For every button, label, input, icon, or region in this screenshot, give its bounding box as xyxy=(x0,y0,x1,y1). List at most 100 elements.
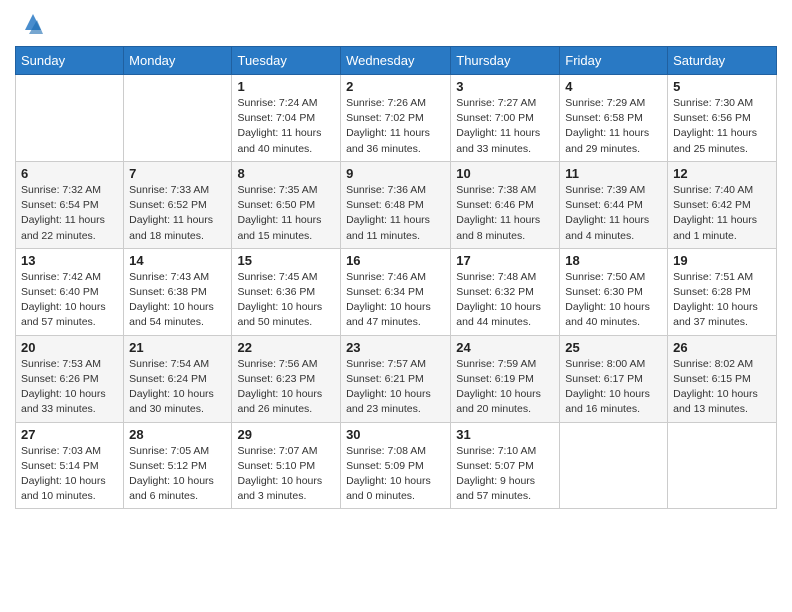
day-info: Sunrise: 7:26 AMSunset: 7:02 PMDaylight:… xyxy=(346,96,445,157)
day-number: 26 xyxy=(673,340,771,355)
calendar-cell: 18 Sunrise: 7:50 AMSunset: 6:30 PMDayligh… xyxy=(560,248,668,335)
day-number: 9 xyxy=(346,166,445,181)
calendar-cell: 6Sunrise: 7:32 AMSunset: 6:54 PMDaylight… xyxy=(16,161,124,248)
calendar-cell: 23 Sunrise: 7:57 AMSunset: 6:21 PMDayligh… xyxy=(341,335,451,422)
calendar-cell: 25Sunrise: 8:00 AMSunset: 6:17 PMDayligh… xyxy=(560,335,668,422)
calendar-cell: 8Sunrise: 7:35 AMSunset: 6:50 PMDaylight… xyxy=(232,161,341,248)
calendar-cell: 9 Sunrise: 7:36 AMSunset: 6:48 PMDaylight… xyxy=(341,161,451,248)
calendar-cell: 24Sunrise: 7:59 AMSunset: 6:19 PMDayligh… xyxy=(451,335,560,422)
day-info: Sunrise: 7:24 AMSunset: 7:04 PMDaylight:… xyxy=(237,96,335,157)
day-number: 30 xyxy=(346,427,445,442)
week-row-1: 1 Sunrise: 7:24 AMSunset: 7:04 PMDaylight… xyxy=(16,75,777,162)
day-info: Sunrise: 7:46 AMSunset: 6:34 PMDaylight:… xyxy=(346,270,445,331)
week-row-3: 13Sunrise: 7:42 AMSunset: 6:40 PMDayligh… xyxy=(16,248,777,335)
calendar-cell: 21 Sunrise: 7:54 AMSunset: 6:24 PMDayligh… xyxy=(124,335,232,422)
weekday-header-monday: Monday xyxy=(124,47,232,75)
day-number: 29 xyxy=(237,427,335,442)
day-number: 28 xyxy=(129,427,226,442)
calendar-cell: 26Sunrise: 8:02 AMSunset: 6:15 PMDayligh… xyxy=(668,335,777,422)
calendar-cell: 28 Sunrise: 7:05 AMSunset: 5:12 PMDayligh… xyxy=(124,422,232,509)
weekday-header-sunday: Sunday xyxy=(16,47,124,75)
calendar-cell: 5 Sunrise: 7:30 AMSunset: 6:56 PMDaylight… xyxy=(668,75,777,162)
day-number: 15 xyxy=(237,253,335,268)
day-info: Sunrise: 7:35 AMSunset: 6:50 PMDaylight:… xyxy=(237,183,335,244)
calendar-cell: 20 Sunrise: 7:53 AMSunset: 6:26 PMDayligh… xyxy=(16,335,124,422)
day-info: Sunrise: 7:33 AMSunset: 6:52 PMDaylight:… xyxy=(129,183,226,244)
day-info: Sunrise: 7:50 AMSunset: 6:30 PMDaylight:… xyxy=(565,270,662,331)
calendar-cell xyxy=(124,75,232,162)
weekday-header-thursday: Thursday xyxy=(451,47,560,75)
day-number: 18 xyxy=(565,253,662,268)
day-number: 5 xyxy=(673,79,771,94)
day-info: Sunrise: 7:32 AMSunset: 6:54 PMDaylight:… xyxy=(21,183,118,244)
page: SundayMondayTuesdayWednesdayThursdayFrid… xyxy=(0,0,792,612)
day-info: Sunrise: 7:38 AMSunset: 6:46 PMDaylight:… xyxy=(456,183,554,244)
day-number: 21 xyxy=(129,340,226,355)
weekday-header-row: SundayMondayTuesdayWednesdayThursdayFrid… xyxy=(16,47,777,75)
calendar-cell: 19 Sunrise: 7:51 AMSunset: 6:28 PMDayligh… xyxy=(668,248,777,335)
day-number: 22 xyxy=(237,340,335,355)
week-row-5: 27 Sunrise: 7:03 AMSunset: 5:14 PMDayligh… xyxy=(16,422,777,509)
day-number: 4 xyxy=(565,79,662,94)
logo-icon xyxy=(19,10,47,38)
day-info: Sunrise: 7:54 AMSunset: 6:24 PMDaylight:… xyxy=(129,357,226,418)
day-info: Sunrise: 7:05 AMSunset: 5:12 PMDaylight:… xyxy=(129,444,226,505)
weekday-header-saturday: Saturday xyxy=(668,47,777,75)
day-info: Sunrise: 7:53 AMSunset: 6:26 PMDaylight:… xyxy=(21,357,118,418)
weekday-header-wednesday: Wednesday xyxy=(341,47,451,75)
day-info: Sunrise: 7:57 AMSunset: 6:21 PMDaylight:… xyxy=(346,357,445,418)
calendar-cell: 13Sunrise: 7:42 AMSunset: 6:40 PMDayligh… xyxy=(16,248,124,335)
calendar-cell: 1 Sunrise: 7:24 AMSunset: 7:04 PMDaylight… xyxy=(232,75,341,162)
weekday-header-tuesday: Tuesday xyxy=(232,47,341,75)
day-number: 11 xyxy=(565,166,662,181)
day-number: 7 xyxy=(129,166,226,181)
calendar-cell: 3 Sunrise: 7:27 AMSunset: 7:00 PMDaylight… xyxy=(451,75,560,162)
calendar-cell: 27 Sunrise: 7:03 AMSunset: 5:14 PMDayligh… xyxy=(16,422,124,509)
day-number: 27 xyxy=(21,427,118,442)
calendar-cell: 16 Sunrise: 7:46 AMSunset: 6:34 PMDayligh… xyxy=(341,248,451,335)
day-info: Sunrise: 7:45 AMSunset: 6:36 PMDaylight:… xyxy=(237,270,335,331)
calendar-cell: 12Sunrise: 7:40 AMSunset: 6:42 PMDayligh… xyxy=(668,161,777,248)
week-row-4: 20 Sunrise: 7:53 AMSunset: 6:26 PMDayligh… xyxy=(16,335,777,422)
day-number: 3 xyxy=(456,79,554,94)
day-info: Sunrise: 7:39 AMSunset: 6:44 PMDaylight:… xyxy=(565,183,662,244)
calendar-cell: 14Sunrise: 7:43 AMSunset: 6:38 PMDayligh… xyxy=(124,248,232,335)
calendar-cell: 4 Sunrise: 7:29 AMSunset: 6:58 PMDaylight… xyxy=(560,75,668,162)
day-number: 14 xyxy=(129,253,226,268)
calendar-cell: 30 Sunrise: 7:08 AMSunset: 5:09 PMDayligh… xyxy=(341,422,451,509)
day-number: 17 xyxy=(456,253,554,268)
day-number: 23 xyxy=(346,340,445,355)
day-number: 19 xyxy=(673,253,771,268)
day-number: 16 xyxy=(346,253,445,268)
header xyxy=(15,10,777,38)
day-info: Sunrise: 7:56 AMSunset: 6:23 PMDaylight:… xyxy=(237,357,335,418)
weekday-header-friday: Friday xyxy=(560,47,668,75)
calendar-cell: 15 Sunrise: 7:45 AMSunset: 6:36 PMDayligh… xyxy=(232,248,341,335)
calendar-cell xyxy=(16,75,124,162)
day-info: Sunrise: 7:51 AMSunset: 6:28 PMDaylight:… xyxy=(673,270,771,331)
calendar-cell: 29Sunrise: 7:07 AMSunset: 5:10 PMDayligh… xyxy=(232,422,341,509)
day-info: Sunrise: 7:27 AMSunset: 7:00 PMDaylight:… xyxy=(456,96,554,157)
calendar-cell xyxy=(560,422,668,509)
day-number: 2 xyxy=(346,79,445,94)
day-info: Sunrise: 8:00 AMSunset: 6:17 PMDaylight:… xyxy=(565,357,662,418)
calendar-cell: 2 Sunrise: 7:26 AMSunset: 7:02 PMDaylight… xyxy=(341,75,451,162)
calendar-cell: 17Sunrise: 7:48 AMSunset: 6:32 PMDayligh… xyxy=(451,248,560,335)
day-info: Sunrise: 7:08 AMSunset: 5:09 PMDaylight:… xyxy=(346,444,445,505)
day-number: 31 xyxy=(456,427,554,442)
day-info: Sunrise: 7:10 AMSunset: 5:07 PMDaylight:… xyxy=(456,444,554,505)
calendar-cell: 22 Sunrise: 7:56 AMSunset: 6:23 PMDayligh… xyxy=(232,335,341,422)
calendar-cell: 31 Sunrise: 7:10 AMSunset: 5:07 PMDayligh… xyxy=(451,422,560,509)
logo xyxy=(15,10,47,38)
day-number: 20 xyxy=(21,340,118,355)
day-number: 10 xyxy=(456,166,554,181)
calendar-table: SundayMondayTuesdayWednesdayThursdayFrid… xyxy=(15,46,777,509)
day-info: Sunrise: 7:29 AMSunset: 6:58 PMDaylight:… xyxy=(565,96,662,157)
day-number: 13 xyxy=(21,253,118,268)
day-info: Sunrise: 7:03 AMSunset: 5:14 PMDaylight:… xyxy=(21,444,118,505)
day-info: Sunrise: 7:36 AMSunset: 6:48 PMDaylight:… xyxy=(346,183,445,244)
day-info: Sunrise: 7:30 AMSunset: 6:56 PMDaylight:… xyxy=(673,96,771,157)
calendar-cell: 11 Sunrise: 7:39 AMSunset: 6:44 PMDayligh… xyxy=(560,161,668,248)
day-number: 24 xyxy=(456,340,554,355)
day-number: 1 xyxy=(237,79,335,94)
